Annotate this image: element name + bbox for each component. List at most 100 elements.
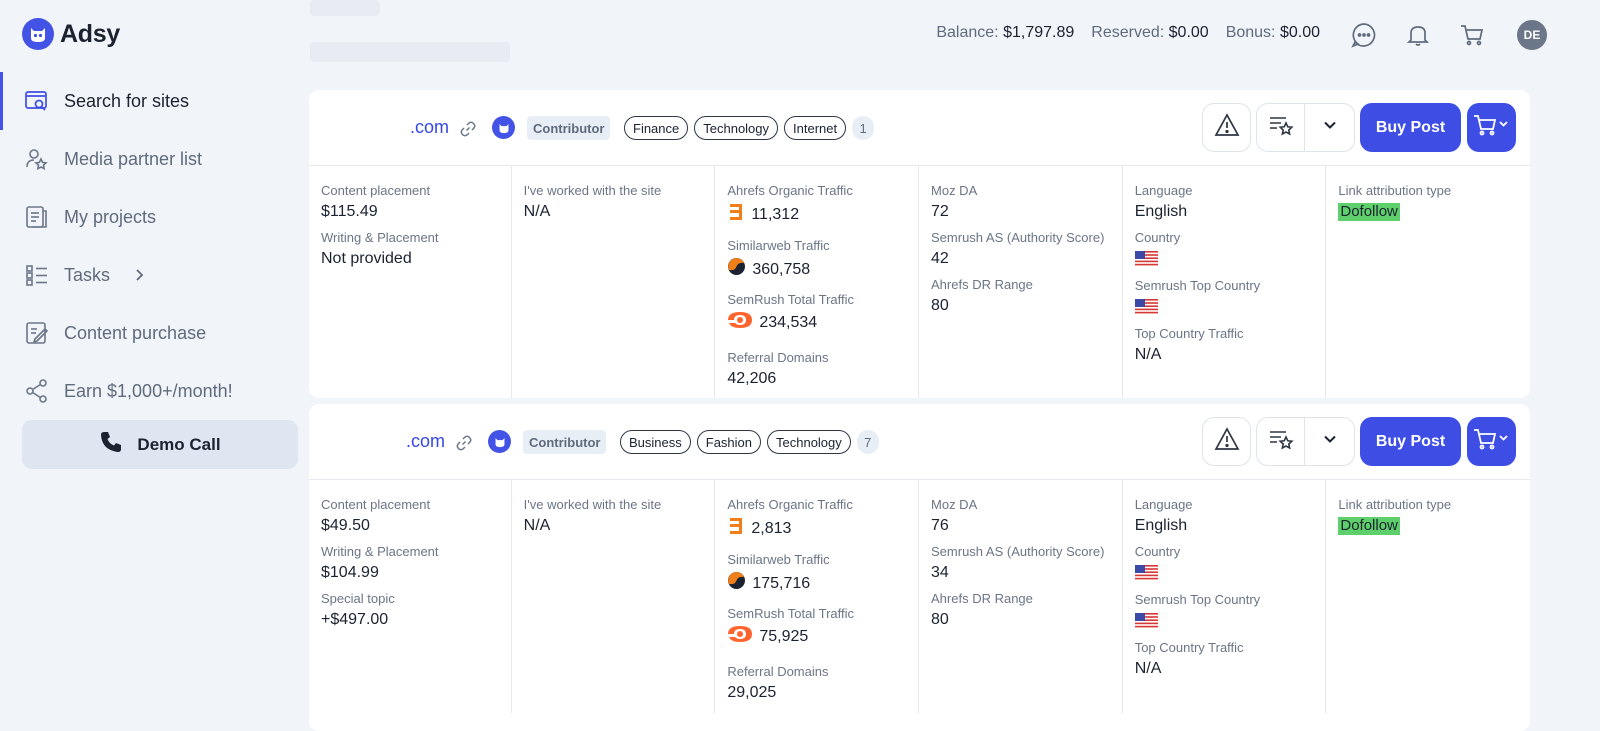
- semrush-traffic-value: 234,534: [759, 314, 818, 331]
- similarweb-icon: [727, 571, 746, 595]
- worked-value: N/A: [523, 203, 551, 220]
- ahrefs-dr-value: 80: [931, 611, 949, 628]
- geo-column: Language English Country Semrush Top Cou…: [1123, 480, 1327, 713]
- adsy-badge-icon: [492, 116, 515, 139]
- card-metrics: Content placement $115.49 Writing & Plac…: [309, 166, 1530, 398]
- sidebar-item-earn[interactable]: Earn $1,000+/month!: [0, 362, 310, 420]
- category-tag: Technology: [694, 116, 779, 140]
- top-country-traffic-value: N/A: [1134, 660, 1162, 677]
- chevron-right-icon: [132, 268, 146, 282]
- add-to-list-button[interactable]: [1256, 417, 1305, 466]
- list-dropdown-button[interactable]: [1304, 103, 1355, 152]
- list-star-icon: [1268, 113, 1294, 142]
- dofollow-badge: Dofollow: [1338, 517, 1400, 535]
- writing-placement-price: $104.99: [321, 564, 379, 581]
- more-tags-count[interactable]: 1: [852, 116, 875, 140]
- sidebar-item-tasks[interactable]: Tasks: [0, 246, 310, 304]
- site-domain-link[interactable]: .com: [406, 431, 445, 452]
- ahrefs-icon: [727, 516, 745, 541]
- us-flag-icon: [1134, 299, 1158, 314]
- card-header: .com Contributor Finance Technology Inte…: [309, 90, 1530, 166]
- balance-summary: Balance: $1,797.89 Reserved: $0.00 Bonus…: [936, 24, 1320, 42]
- sidebar-item-media-partner-list[interactable]: Media partner list: [0, 130, 310, 188]
- demo-call-button[interactable]: Demo Call: [22, 420, 298, 469]
- language-value: English: [1134, 517, 1188, 534]
- pricing-column: Content placement $115.49 Writing & Plac…: [309, 166, 512, 398]
- buy-post-button[interactable]: Buy Post: [1360, 103, 1461, 152]
- logo-text: Adsy: [60, 19, 120, 48]
- buy-post-button[interactable]: Buy Post: [1360, 417, 1461, 466]
- external-link-icon[interactable]: [455, 434, 473, 452]
- traffic-column: Ahrefs Organic Traffic 11,312 Similarweb…: [715, 166, 920, 398]
- site-card: .com Contributor Finance Technology Inte…: [309, 90, 1530, 398]
- balance-item: Balance: $1,797.89: [936, 24, 1075, 41]
- demo-call-label: Demo Call: [137, 434, 221, 454]
- report-button[interactable]: [1202, 103, 1251, 152]
- site-domain-link[interactable]: .com: [410, 117, 449, 138]
- cart-icon[interactable]: [1457, 20, 1487, 50]
- similarweb-traffic-value: 360,758: [752, 260, 811, 278]
- bell-icon[interactable]: [1403, 20, 1433, 50]
- us-flag-icon: [1134, 251, 1158, 266]
- sidebar-item-label: Search for sites: [64, 90, 190, 111]
- sidebar-item-label: Tasks: [64, 264, 111, 285]
- ahrefs-dr-value: 80: [931, 297, 949, 314]
- semrush-icon: [727, 311, 753, 334]
- sidebar-item-label: Media partner list: [64, 148, 203, 169]
- category-tag: Internet: [784, 116, 847, 140]
- warning-icon: [1214, 427, 1240, 456]
- cart-dropdown-icon: [1472, 427, 1512, 456]
- semrush-as-value: 42: [931, 250, 949, 267]
- traffic-column: Ahrefs Organic Traffic 2,813 Similarweb …: [715, 480, 920, 713]
- semrush-traffic-value: 75,925: [759, 628, 809, 645]
- worked-value: N/A: [523, 517, 551, 534]
- category-tags: Business Fashion Technology 7: [620, 430, 879, 454]
- ahrefs-traffic-value: 11,312: [751, 206, 800, 223]
- more-tags-count[interactable]: 7: [856, 430, 879, 454]
- partner-star-icon: [24, 146, 50, 172]
- add-to-cart-button[interactable]: [1467, 417, 1516, 466]
- blurred-placeholder: [310, 0, 380, 16]
- special-topic-price: +$497.00: [321, 611, 389, 628]
- us-flag-icon: [1134, 565, 1158, 580]
- sidebar-item-search-for-sites[interactable]: Search for sites: [0, 72, 310, 130]
- category-tag: Technology: [767, 430, 851, 454]
- bonus-item: Bonus: $0.00: [1225, 24, 1320, 41]
- logo[interactable]: Adsy: [22, 18, 120, 50]
- referral-domains-value: 29,025: [727, 684, 777, 701]
- sidebar-item-content-purchase[interactable]: Content purchase: [0, 304, 310, 362]
- content-placement-price: $49.50: [321, 517, 370, 534]
- us-flag-icon: [1134, 613, 1158, 628]
- messages-icon[interactable]: [1349, 20, 1379, 50]
- report-button[interactable]: [1202, 417, 1251, 466]
- add-to-list-button[interactable]: [1256, 103, 1305, 152]
- adsy-logo-icon: [22, 18, 54, 50]
- sidebar-item-my-projects[interactable]: My projects: [0, 188, 310, 246]
- moz-da-value: 72: [931, 203, 949, 220]
- link-type-column: Link attribution type Dofollow: [1338, 183, 1452, 221]
- search-sites-icon: [24, 88, 50, 114]
- sidebar-item-label: Content purchase: [64, 322, 207, 343]
- category-tags: Finance Technology Internet 1: [624, 116, 875, 140]
- authority-column: Moz DA 72 Semrush AS (Authority Score) 4…: [919, 166, 1123, 398]
- external-link-icon[interactable]: [459, 120, 477, 138]
- role-badge: Contributor: [527, 116, 611, 140]
- writing-placement-price: Not provided: [321, 250, 412, 267]
- avatar[interactable]: DE: [1517, 20, 1547, 50]
- ahrefs-icon: [727, 202, 745, 227]
- authority-column: Moz DA 76 Semrush AS (Authority Score) 3…: [919, 480, 1123, 713]
- add-to-cart-button[interactable]: [1467, 103, 1516, 152]
- content-placement-price: $115.49: [321, 203, 378, 220]
- cart-dropdown-icon: [1472, 113, 1512, 142]
- warning-icon: [1214, 113, 1240, 142]
- referral-domains-value: 42,206: [727, 370, 777, 387]
- card-header: .com Contributor Business Fashion Techno…: [309, 404, 1530, 480]
- site-card: .com Contributor Business Fashion Techno…: [309, 404, 1530, 731]
- category-tag: Fashion: [696, 430, 761, 454]
- sidebar-item-label: My projects: [64, 206, 157, 227]
- language-value: English: [1134, 203, 1188, 220]
- pricing-column: Content placement $49.50 Writing & Place…: [309, 480, 512, 713]
- list-dropdown-button[interactable]: [1304, 417, 1355, 466]
- moz-da-value: 76: [931, 517, 949, 534]
- share-icon: [24, 378, 50, 404]
